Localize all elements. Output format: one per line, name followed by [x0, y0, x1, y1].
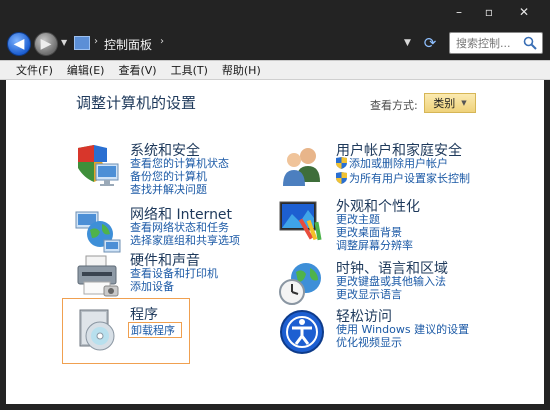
link-screen-resolution[interactable]: 调整屏幕分辨率	[336, 239, 413, 252]
control-panel-window: – ▫ ✕ ◀ ▶ ▼ › 控制面板 › ▼ ⟳ 文件(F) 编辑(E) 查看(…	[0, 0, 550, 410]
breadcrumb-control-panel[interactable]: 控制面板	[104, 36, 152, 53]
menu-tools[interactable]: 工具(T)	[165, 61, 216, 79]
recent-pages-dropdown[interactable]: ▼	[61, 38, 67, 47]
link-optimize-video-display[interactable]: 优化视频显示	[336, 336, 402, 349]
view-by-dropdown[interactable]: 类别 ▼	[424, 93, 476, 113]
arrow-right-icon: ▶	[40, 36, 52, 52]
link-change-display-language[interactable]: 更改显示语言	[336, 288, 402, 301]
appearance-monitor-icon[interactable]	[278, 198, 326, 246]
network-globe-icon[interactable]	[74, 206, 122, 254]
breadcrumb-separator-icon[interactable]: ›	[160, 36, 164, 47]
navigation-bar: ◀ ▶ ▼ › 控制面板 › ▼ ⟳	[0, 28, 550, 60]
link-troubleshoot[interactable]: 查找并解决问题	[130, 183, 207, 196]
chevron-down-icon: ▼	[461, 99, 467, 107]
arrow-left-icon: ◀	[13, 36, 25, 52]
forward-button[interactable]: ▶	[34, 32, 58, 56]
link-change-desktop-background[interactable]: 更改桌面背景	[336, 226, 402, 239]
category-title[interactable]: 程序	[130, 304, 158, 324]
ease-of-access-icon[interactable]	[278, 308, 326, 356]
breadcrumb-separator-icon[interactable]: ›	[94, 36, 98, 47]
link-windows-recommended-settings[interactable]: 使用 Windows 建议的设置	[336, 323, 469, 336]
link-text: 为所有用户设置家长控制	[349, 172, 470, 185]
security-shield-icon[interactable]	[74, 142, 122, 190]
menu-bar: 文件(F) 编辑(E) 查看(V) 工具(T) 帮助(H)	[0, 60, 550, 80]
link-homegroup-sharing[interactable]: 选择家庭组和共享选项	[130, 234, 240, 247]
content-area: 调整计算机的设置 查看方式: 类别 ▼ 系统和安全 查看您的计算机状态 备份您的…	[6, 80, 544, 404]
link-parental-controls[interactable]: 为所有用户设置家长控制	[336, 172, 470, 185]
link-add-remove-accounts[interactable]: 添加或删除用户帐户	[336, 157, 448, 170]
search-input[interactable]	[456, 35, 522, 51]
uac-shield-icon	[336, 172, 347, 184]
maximize-button[interactable]: ▫	[474, 2, 504, 22]
title-bar: – ▫ ✕	[0, 0, 550, 28]
users-icon[interactable]	[278, 142, 326, 190]
menu-help[interactable]: 帮助(H)	[216, 61, 269, 79]
menu-edit[interactable]: 编辑(E)	[61, 61, 113, 79]
refresh-icon[interactable]: ⟳	[420, 33, 440, 53]
address-dropdown-button[interactable]: ▼	[404, 38, 411, 48]
link-view-computer-status[interactable]: 查看您的计算机状态	[130, 157, 229, 170]
link-change-keyboard-input[interactable]: 更改键盘或其他输入法	[336, 275, 446, 288]
page-title: 调整计算机的设置	[76, 94, 197, 112]
search-box[interactable]	[449, 32, 543, 54]
control-panel-icon	[74, 36, 90, 50]
link-network-status[interactable]: 查看网络状态和任务	[130, 221, 229, 234]
link-change-theme[interactable]: 更改主题	[336, 213, 380, 226]
close-button[interactable]: ✕	[504, 2, 544, 22]
view-by-label: 查看方式:	[370, 99, 418, 112]
link-text: 添加或删除用户帐户	[349, 157, 448, 170]
view-by-value: 类别	[433, 97, 456, 110]
link-add-device[interactable]: 添加设备	[130, 280, 174, 293]
programs-disc-icon[interactable]	[74, 306, 122, 354]
uac-shield-icon	[336, 157, 347, 169]
link-backup-computer[interactable]: 备份您的计算机	[130, 170, 207, 183]
search-icon[interactable]	[522, 35, 538, 51]
menu-file[interactable]: 文件(F)	[10, 61, 61, 79]
menu-view[interactable]: 查看(V)	[112, 61, 164, 79]
printer-icon[interactable]	[74, 252, 122, 300]
link-devices-printers[interactable]: 查看设备和打印机	[130, 267, 218, 280]
link-uninstall-program[interactable]: 卸载程序	[131, 324, 175, 337]
clock-globe-icon[interactable]	[278, 260, 326, 308]
back-button[interactable]: ◀	[7, 32, 31, 56]
caption-buttons: – ▫ ✕	[444, 2, 544, 22]
minimize-button[interactable]: –	[444, 2, 474, 22]
